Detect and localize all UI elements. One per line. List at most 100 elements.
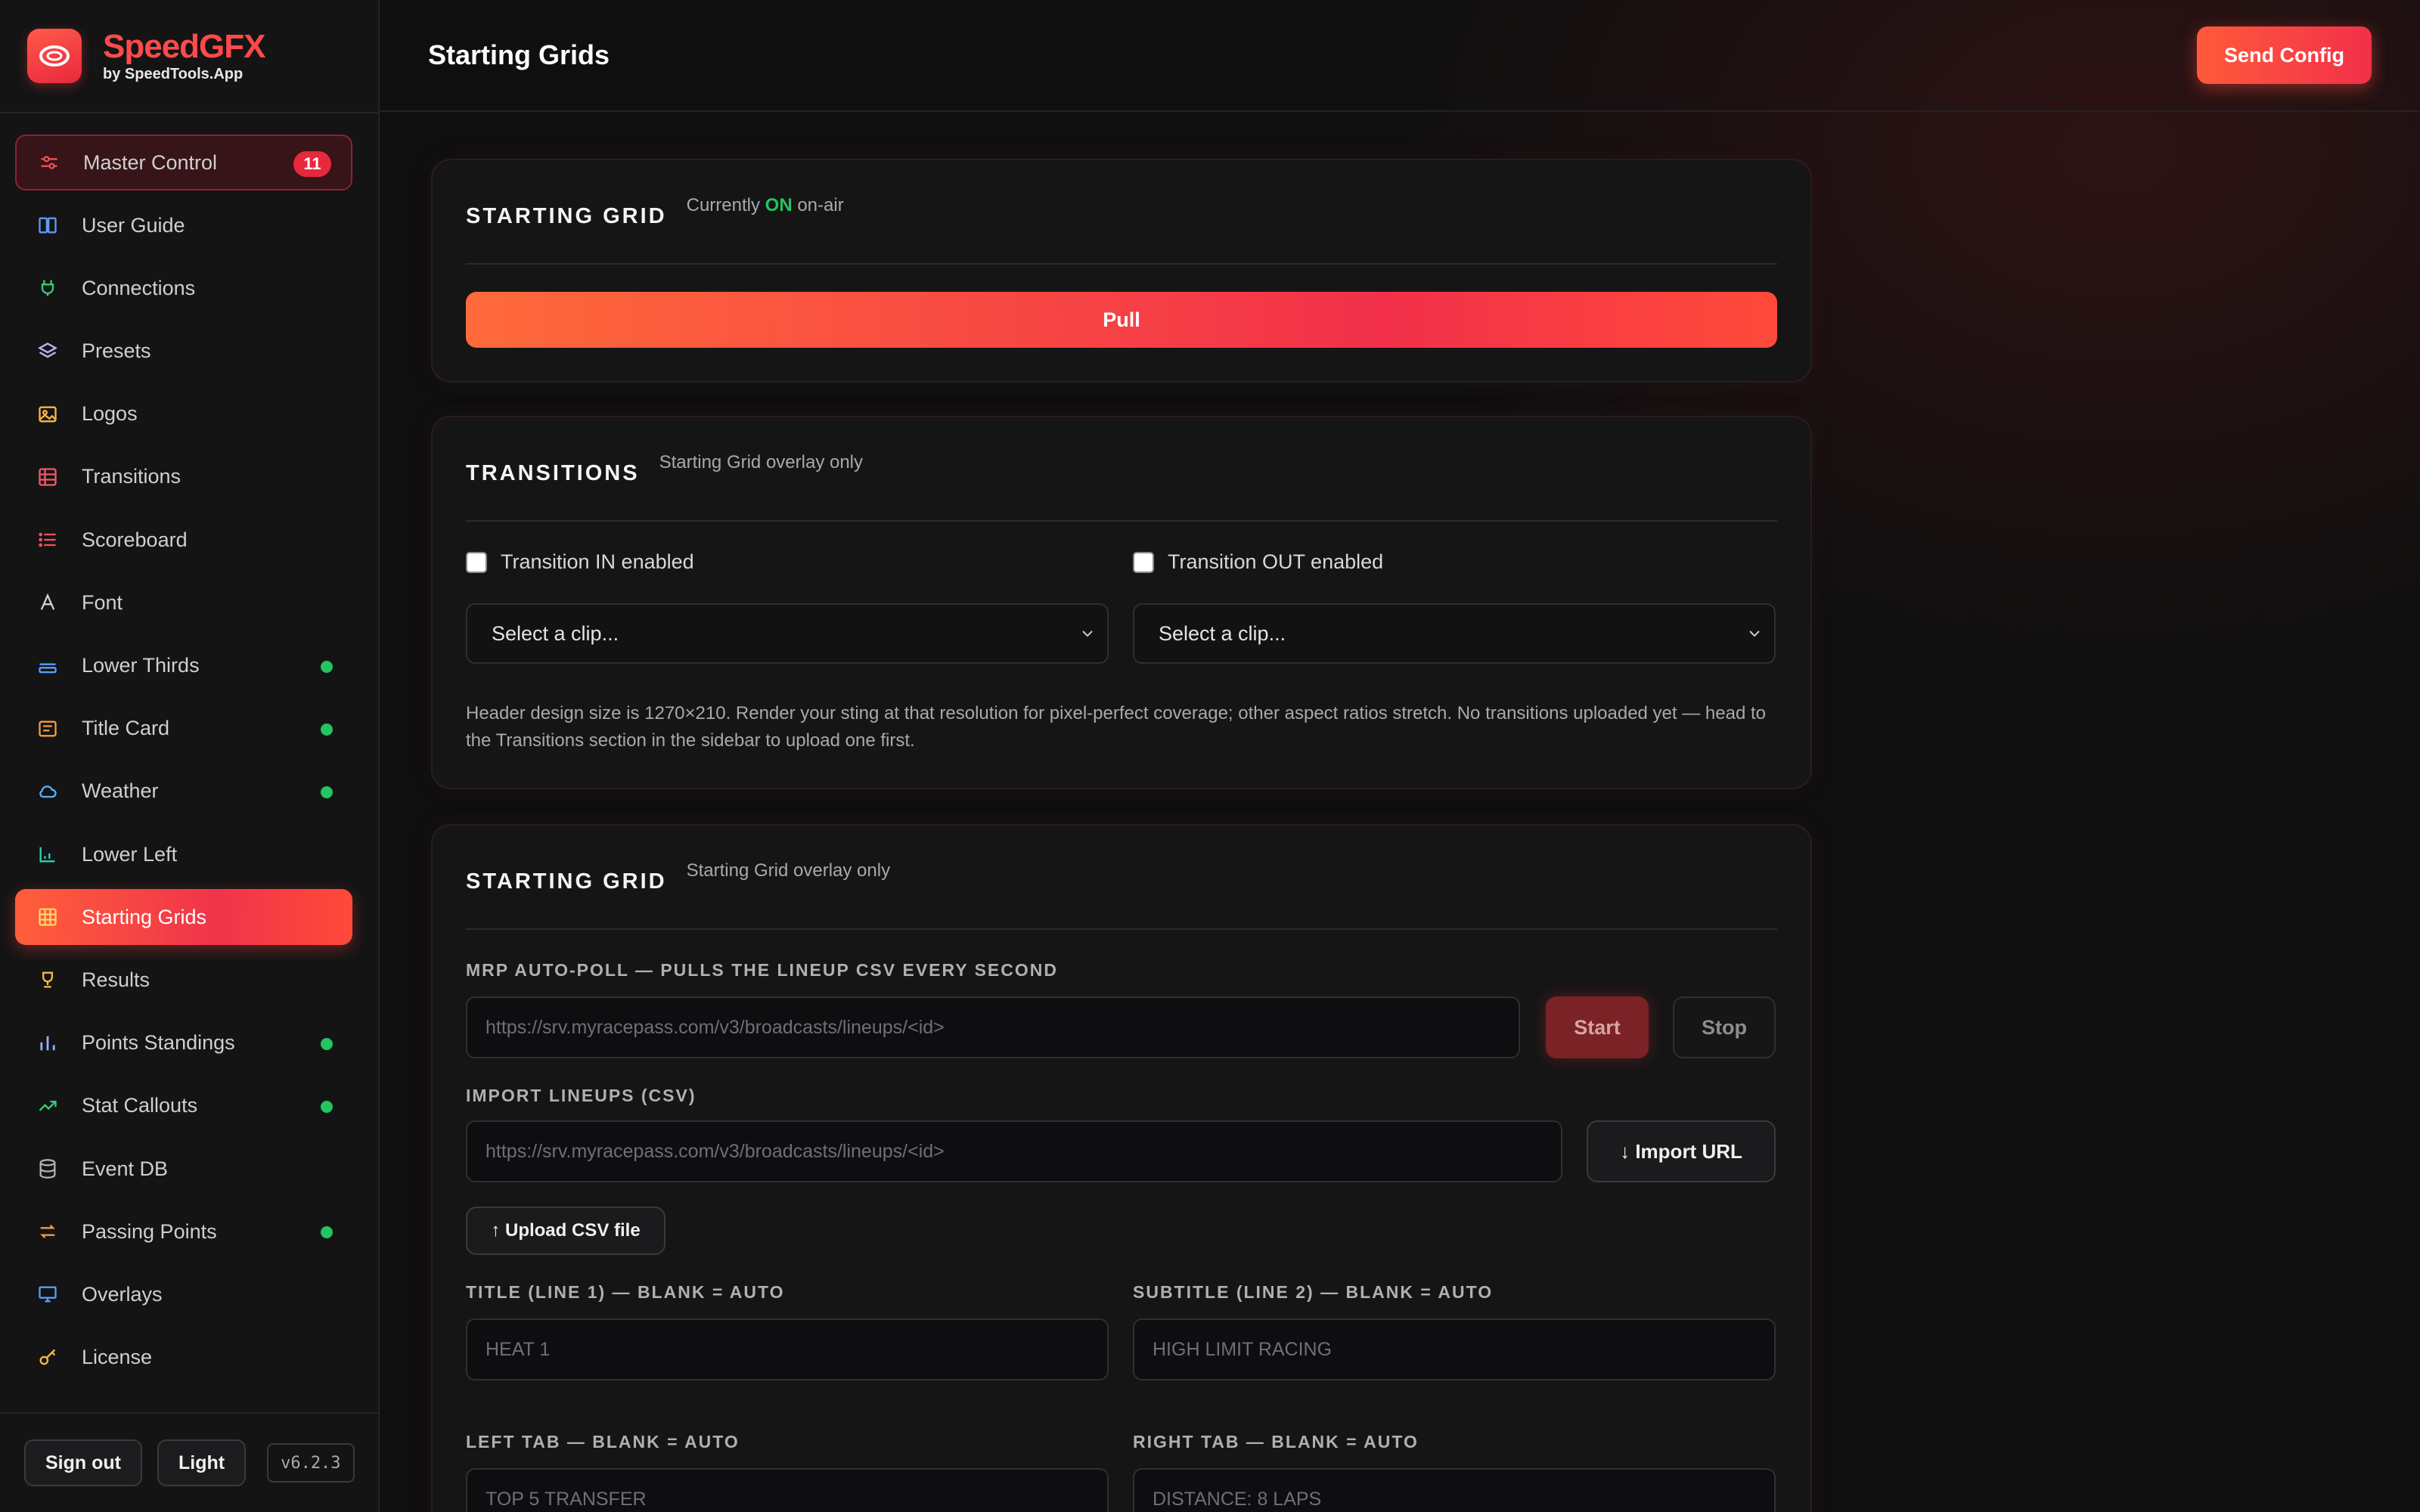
- sliders-icon: [38, 151, 60, 174]
- transition-out-select[interactable]: Select a clip...: [1133, 603, 1776, 664]
- sidebar-item-label: User Guide: [82, 213, 185, 237]
- subtitle-line2-label: SUBTITLE (LINE 2) — BLANK = AUTO: [1133, 1282, 1494, 1302]
- sidebar-item-license[interactable]: License: [15, 1330, 352, 1386]
- lower-thirds-icon: [36, 655, 59, 677]
- bar-chart-icon: [36, 1032, 59, 1055]
- sidebar-item-label: Lower Left: [82, 842, 178, 866]
- autopoll-label: MRP AUTO-POLL — PULLS THE LINEUP CSV EVE…: [466, 960, 1058, 980]
- transition-in-label: Transition IN enabled: [501, 550, 694, 573]
- starting-grid-data-card: STARTING GRID Starting Grid overlay only…: [431, 824, 1812, 1512]
- live-status-dot: [321, 1226, 333, 1239]
- database-icon: [36, 1157, 59, 1180]
- sidebar-item-master-control[interactable]: Master Control 11: [15, 135, 352, 191]
- sidebar: SpeedGFX by SpeedTools.App Master Contro…: [0, 0, 380, 1512]
- live-status-dot: [321, 723, 333, 736]
- transitions-help-text: Header design size is 1270×210. Render y…: [466, 703, 1766, 751]
- plug-icon: [36, 277, 59, 299]
- stop-button[interactable]: Stop: [1673, 996, 1776, 1058]
- status-value: ON: [765, 195, 793, 215]
- sidebar-item-label: License: [82, 1346, 153, 1369]
- sidebar-item-event-db[interactable]: Event DB: [15, 1141, 352, 1197]
- transitions-card: TRANSITIONS Starting Grid overlay only T…: [431, 416, 1812, 789]
- sidebar-item-label: Presets: [82, 339, 151, 363]
- card-title: TRANSITIONS: [466, 461, 640, 485]
- transition-in-toggle[interactable]: Transition IN enabled: [466, 550, 694, 574]
- sidebar-item-label: Title Card: [82, 717, 170, 740]
- sidebar-item-results[interactable]: Results: [15, 952, 352, 1008]
- autopoll-url-input[interactable]: https://srv.myracepass.com/v3/broadcasts…: [466, 996, 1520, 1058]
- sidebar-item-label: Passing Points: [82, 1219, 217, 1243]
- right-tab-label: RIGHT TAB — BLANK = AUTO: [1133, 1432, 1419, 1452]
- sidebar-item-presets[interactable]: Presets: [15, 324, 352, 380]
- card-subtitle: Starting Grid overlay only: [659, 452, 864, 472]
- sidebar-item-label: Transitions: [82, 465, 182, 488]
- sidebar-item-scoreboard[interactable]: Scoreboard: [15, 512, 352, 568]
- sidebar-item-weather[interactable]: Weather: [15, 764, 352, 820]
- cloud-icon: [36, 780, 59, 803]
- list-icon: [36, 528, 59, 551]
- live-status-dot: [321, 1037, 333, 1050]
- corner-chart-icon: [36, 843, 59, 866]
- sidebar-item-connections[interactable]: Connections: [15, 260, 352, 316]
- status-suffix: on-air: [797, 195, 844, 215]
- divider: [466, 928, 1777, 930]
- sidebar-item-label: Master Control: [83, 150, 218, 174]
- send-config-button[interactable]: Send Config: [2197, 26, 2372, 84]
- film-icon: [36, 466, 59, 488]
- title-card-icon: [36, 717, 59, 740]
- transition-in-select-value: Select a clip...: [492, 621, 619, 645]
- import-url-button[interactable]: ↓ Import URL: [1587, 1120, 1776, 1182]
- brand: SpeedGFX by SpeedTools.App: [0, 0, 378, 113]
- sidebar-item-label: Starting Grids: [82, 905, 207, 928]
- pull-button[interactable]: Pull: [466, 292, 1777, 348]
- sidebar-item-label: Connections: [82, 276, 196, 299]
- starting-grid-status-card: STARTING GRID Currently ON on-air Pull: [431, 159, 1812, 383]
- divider: [466, 263, 1777, 265]
- left-tab-input[interactable]: TOP 5 TRANSFER: [466, 1468, 1109, 1512]
- sidebar-item-overlays[interactable]: Overlays: [15, 1266, 352, 1322]
- sidebar-item-font[interactable]: Font: [15, 575, 352, 631]
- start-button[interactable]: Start: [1546, 996, 1649, 1058]
- sidebar-item-stat-callouts[interactable]: Stat Callouts: [15, 1078, 352, 1134]
- notification-badge: 11: [293, 151, 331, 177]
- trending-up-icon: [36, 1095, 59, 1117]
- chevron-down-icon: [1749, 631, 1760, 637]
- sidebar-item-points-standings[interactable]: Points Standings: [15, 1015, 352, 1071]
- upload-csv-button[interactable]: ↑ Upload CSV file: [466, 1207, 666, 1255]
- live-status-dot: [321, 785, 333, 798]
- right-tab-input[interactable]: DISTANCE: 8 LAPS: [1133, 1468, 1776, 1512]
- sidebar-item-user-guide[interactable]: User Guide: [15, 197, 352, 253]
- main-content: Starting Grids Send Config STARTING GRID…: [380, 0, 2420, 1512]
- transition-out-checkbox[interactable]: [1133, 551, 1154, 573]
- sidebar-item-starting-grids[interactable]: Starting Grids: [15, 889, 352, 946]
- import-url-input[interactable]: https://srv.myracepass.com/v3/broadcasts…: [466, 1120, 1562, 1182]
- sidebar-item-label: Font: [82, 590, 123, 614]
- speedgfx-logo-icon: [27, 29, 82, 83]
- sidebar-item-title-card[interactable]: Title Card: [15, 701, 352, 757]
- trophy-icon: [36, 968, 59, 991]
- sidebar-item-transitions[interactable]: Transitions: [15, 449, 352, 505]
- image-icon: [36, 403, 59, 426]
- theme-toggle-button[interactable]: Light: [157, 1439, 247, 1486]
- transition-out-toggle[interactable]: Transition OUT enabled: [1133, 550, 1383, 574]
- sidebar-item-label: Lower Thirds: [82, 654, 200, 677]
- sidebar-item-label: Overlays: [82, 1282, 163, 1306]
- subtitle-line2-input[interactable]: HIGH LIMIT RACING: [1133, 1318, 1776, 1380]
- grid-icon: [36, 906, 59, 928]
- brand-subtitle: by SpeedTools.App: [103, 65, 244, 82]
- sign-out-button[interactable]: Sign out: [24, 1439, 142, 1486]
- live-status-dot: [321, 660, 333, 673]
- transition-in-select[interactable]: Select a clip...: [466, 603, 1109, 664]
- top-bar: Starting Grids Send Config: [380, 0, 2420, 112]
- transition-in-checkbox[interactable]: [466, 551, 487, 573]
- sidebar-item-lower-thirds[interactable]: Lower Thirds: [15, 638, 352, 694]
- sidebar-item-logos[interactable]: Logos: [15, 386, 352, 442]
- book-icon: [36, 214, 59, 237]
- title-line1-input[interactable]: HEAT 1: [466, 1318, 1109, 1380]
- sidebar-item-lower-left[interactable]: Lower Left: [15, 826, 352, 882]
- transition-out-select-value: Select a clip...: [1159, 621, 1286, 645]
- sidebar-item-passing-points[interactable]: Passing Points: [15, 1204, 352, 1259]
- sidebar-nav: Master Control 11 User Guide Connections…: [15, 135, 352, 1393]
- sidebar-item-label: Points Standings: [82, 1031, 235, 1055]
- live-status-dot: [321, 1100, 333, 1113]
